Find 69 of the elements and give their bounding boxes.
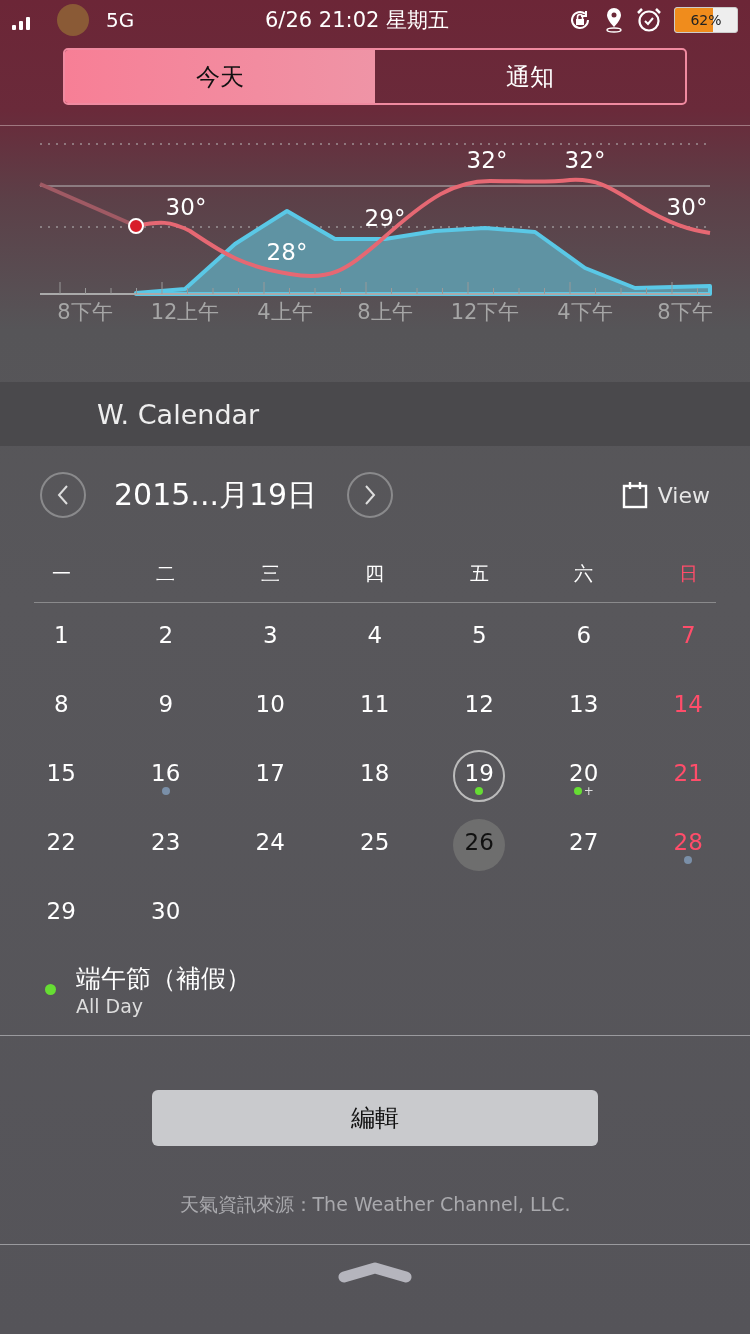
day-cell[interactable]: 4: [348, 611, 401, 664]
day-cell[interactable]: 3: [244, 611, 297, 664]
day-cell[interactable]: 12: [453, 680, 506, 733]
chevron-left-icon: [56, 484, 70, 506]
day-cell[interactable]: 1: [35, 611, 88, 664]
time-label: 12上午: [149, 299, 221, 326]
network-label: 5G: [106, 8, 135, 32]
source-credit: 天氣資訊來源：The Weather Channel, LLC.: [179, 1192, 571, 1217]
day-cell[interactable]: 26: [453, 818, 506, 871]
temperature-label: 28°: [265, 238, 309, 267]
tab[interactable]: 今天: [65, 50, 375, 103]
time-label: 8下午: [656, 299, 714, 326]
day-cell[interactable]: 19: [453, 749, 506, 802]
temperature-label: 32°: [465, 146, 509, 175]
more-events-mark: +: [583, 785, 594, 796]
tab[interactable]: 通知: [375, 50, 685, 103]
time-label: 4下午: [556, 299, 614, 326]
pull-up-handle-icon[interactable]: [338, 1261, 412, 1283]
day-cell[interactable]: 16: [139, 749, 192, 802]
weekday-label: 日: [677, 561, 699, 586]
widget-title: W. Calendar: [97, 398, 260, 430]
day-cell[interactable]: 8: [35, 680, 88, 733]
calendar-title: 2015...月19日: [114, 475, 318, 514]
time-label: 12下午: [449, 299, 521, 326]
day-cell[interactable]: 10: [244, 680, 297, 733]
weekday-label: 五: [468, 561, 490, 586]
temperature-label: 32°: [563, 146, 607, 175]
temperature-label: 29°: [363, 204, 407, 233]
day-cell[interactable]: 15: [35, 749, 88, 802]
time-label: 4上午: [256, 299, 314, 326]
event-title: 端午節（補假）: [76, 963, 251, 995]
weekday-label: 一: [50, 561, 72, 586]
day-cell[interactable]: 29: [35, 887, 88, 940]
time-label: 8上午: [356, 299, 414, 326]
view-button[interactable]: View: [657, 482, 710, 508]
day-cell[interactable]: 30: [139, 887, 192, 940]
day-cell[interactable]: 20 +: [557, 749, 610, 802]
status-time: 6/26 21:02 星期五: [265, 7, 450, 34]
day-cell[interactable]: 11: [348, 680, 401, 733]
chevron-right-icon: [363, 484, 378, 506]
weekday-label: 二: [155, 561, 177, 586]
calendar-icon: [621, 481, 648, 509]
previous-button[interactable]: [40, 472, 86, 518]
weekday-label: 四: [364, 561, 386, 586]
alarm-clock-icon: [636, 7, 662, 33]
day-cell[interactable]: 5: [453, 611, 506, 664]
day-cell[interactable]: 13: [557, 680, 610, 733]
temperature-label: 30°: [665, 193, 709, 222]
day-cell[interactable]: 24: [244, 818, 297, 871]
day-cell[interactable]: 2: [139, 611, 192, 664]
day-cell[interactable]: 6: [557, 611, 610, 664]
event-time: All Day: [76, 995, 145, 1017]
day-cell[interactable]: 17: [244, 749, 297, 802]
next-button[interactable]: [347, 472, 394, 518]
location-pin-icon: [604, 7, 624, 33]
day-cell[interactable]: 27: [557, 818, 610, 871]
edit-button[interactable]: 編輯: [152, 1090, 598, 1146]
day-cell[interactable]: 25: [348, 818, 401, 871]
rotation-lock-icon: [568, 8, 592, 32]
temperature-label: 30°: [164, 193, 208, 222]
day-cell[interactable]: 23: [139, 818, 192, 871]
time-label: 8下午: [56, 299, 114, 326]
weekday-label: 六: [573, 561, 595, 586]
avatar-icon: [56, 3, 90, 37]
day-cell[interactable]: 9: [139, 680, 192, 733]
current-point: [128, 218, 144, 234]
day-cell[interactable]: 22: [35, 818, 88, 871]
day-cell[interactable]: 18: [348, 749, 401, 802]
weekday-label: 三: [259, 561, 281, 586]
